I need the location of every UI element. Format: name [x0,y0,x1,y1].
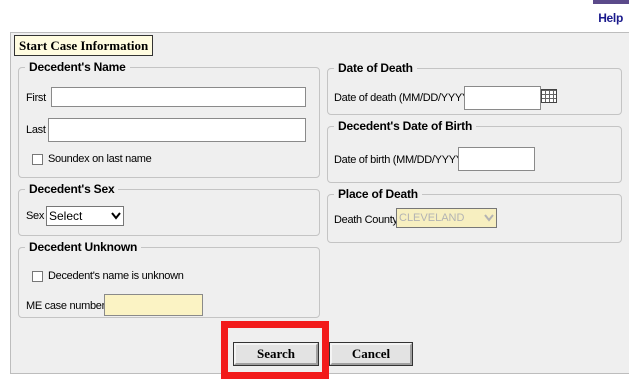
decedent-unknown-legend: Decedent Unknown [29,240,138,254]
death-county-select[interactable]: CLEVELAND [396,208,497,228]
me-case-number-input[interactable] [104,294,203,316]
top-accent [593,0,629,4]
sex-label: Sex [26,210,45,222]
date-of-death-legend: Date of Death [338,61,413,75]
sex-select[interactable]: Select [46,206,124,226]
chevron-down-icon [482,209,496,227]
place-of-death-legend: Place of Death [338,187,418,201]
cancel-button[interactable]: Cancel [329,342,413,366]
last-name-input[interactable] [48,118,306,142]
date-of-death-label: Date of death (MM/DD/YYYY) [334,92,473,104]
name-unknown-checkbox[interactable] [32,271,43,282]
calendar-icon[interactable] [541,89,557,103]
sex-selected-value: Select [49,209,83,223]
help-link[interactable]: Help [598,11,623,25]
soundex-label: Soundex on last name [48,153,152,165]
me-case-number-label: ME case number [26,300,105,312]
death-county-label: Death County [334,214,398,226]
decedent-name-legend: Decedent's Name [29,60,126,74]
first-name-input[interactable] [51,87,306,107]
death-county-selected-value: CLEVELAND [399,212,465,224]
first-name-label: First [26,92,46,104]
tab-start-case-information: Start Case Information [14,35,154,56]
top-bar: Help [0,0,629,30]
last-name-label: Last [26,124,46,136]
date-of-death-input[interactable] [464,86,541,110]
chevron-down-icon [109,207,123,225]
decedent-sex-legend: Decedent's Sex [29,182,115,196]
search-highlight-box [221,321,329,379]
date-of-birth-legend: Decedent's Date of Birth [338,119,473,133]
date-of-birth-label: Date of birth (MM/DD/YYYY) [334,154,467,166]
soundex-checkbox[interactable] [32,154,43,165]
name-unknown-label: Decedent's name is unknown [48,270,184,282]
date-of-birth-input[interactable] [458,147,535,171]
